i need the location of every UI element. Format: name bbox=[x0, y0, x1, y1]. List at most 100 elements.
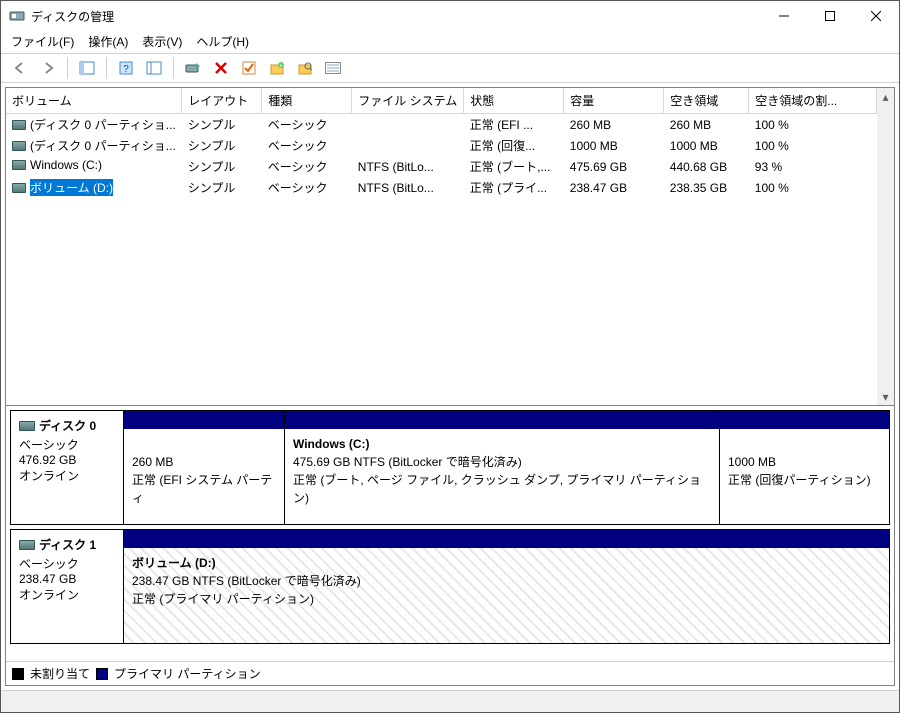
properties-button[interactable] bbox=[143, 57, 165, 79]
partition-size: 260 MB bbox=[132, 453, 276, 471]
new-folder-button[interactable]: + bbox=[266, 57, 288, 79]
cell-pct: 100 % bbox=[749, 177, 877, 198]
col-layout[interactable]: レイアウト bbox=[182, 88, 262, 114]
cell-pct: 100 % bbox=[749, 114, 877, 136]
svg-text:+: + bbox=[279, 64, 283, 70]
cell-type: ベーシック bbox=[262, 177, 352, 198]
cell-cap: 238.47 GB bbox=[564, 177, 664, 198]
partition-bar bbox=[124, 411, 284, 429]
volume-table[interactable]: ボリューム レイアウト 種類 ファイル システム 状態 容量 空き領域 空き領域… bbox=[6, 88, 877, 198]
partition-body: 1000 MB 正常 (回復パーティション) bbox=[720, 429, 889, 524]
cell-free: 238.35 GB bbox=[664, 177, 749, 198]
cell-fs: NTFS (BitLo... bbox=[352, 177, 464, 198]
legend-unallocated: 未割り当て bbox=[30, 665, 90, 682]
toolbar: ? + bbox=[1, 53, 899, 83]
close-button[interactable] bbox=[853, 1, 899, 31]
partition[interactable]: ボリューム (D:) 238.47 GB NTFS (BitLocker で暗号… bbox=[124, 530, 889, 643]
partition-status: 正常 (回復パーティション) bbox=[728, 471, 881, 489]
disk-icon bbox=[19, 540, 35, 550]
partition-body: 260 MB 正常 (EFI システム パーティ bbox=[124, 429, 284, 524]
disk-icon bbox=[19, 421, 35, 431]
list-view-button[interactable] bbox=[322, 57, 344, 79]
delete-button[interactable] bbox=[210, 57, 232, 79]
partition-name: Windows (C:) bbox=[293, 437, 370, 451]
titlebar: ディスクの管理 bbox=[1, 1, 899, 31]
disk-row-0[interactable]: ディスク 0 ベーシック 476.92 GB オンライン 260 MB 正常 (… bbox=[10, 410, 890, 525]
partition[interactable]: 260 MB 正常 (EFI システム パーティ bbox=[124, 411, 284, 524]
table-row[interactable]: (ディスク 0 パーティショ...シンプルベーシック正常 (EFI ...260… bbox=[6, 114, 877, 136]
disk-name: ディスク 1 bbox=[39, 536, 96, 553]
app-icon bbox=[9, 8, 25, 24]
legend: 未割り当て プライマリ パーティション bbox=[6, 661, 894, 685]
disk-label: ディスク 1 ベーシック 238.47 GB オンライン bbox=[11, 530, 124, 643]
cell-layout: シンプル bbox=[182, 114, 262, 136]
partition-detail: 238.47 GB NTFS (BitLocker で暗号化済み) bbox=[132, 572, 881, 590]
minimize-button[interactable] bbox=[761, 1, 807, 31]
disk-size: 238.47 GB bbox=[19, 572, 115, 586]
search-folder-button[interactable] bbox=[294, 57, 316, 79]
volume-icon bbox=[12, 141, 26, 151]
scroll-down-icon[interactable]: ▾ bbox=[877, 388, 894, 405]
legend-swatch-unallocated bbox=[12, 668, 24, 680]
refresh-button[interactable] bbox=[182, 57, 204, 79]
menu-help[interactable]: ヘルプ(H) bbox=[196, 33, 249, 50]
menu-action[interactable]: 操作(A) bbox=[88, 33, 128, 50]
show-hide-tree-button[interactable] bbox=[76, 57, 98, 79]
col-status[interactable]: 状態 bbox=[464, 88, 564, 114]
cell-status: 正常 (プライ... bbox=[464, 177, 564, 198]
col-volume[interactable]: ボリューム bbox=[6, 88, 182, 114]
legend-swatch-primary bbox=[96, 668, 108, 680]
cell-layout: シンプル bbox=[182, 135, 262, 156]
cell-text: (ディスク 0 パーティショ... bbox=[30, 116, 176, 133]
vertical-scrollbar[interactable]: ▴ ▾ bbox=[877, 88, 894, 405]
scroll-up-icon[interactable]: ▴ bbox=[877, 88, 894, 105]
forward-button[interactable] bbox=[37, 57, 59, 79]
partition[interactable]: 1000 MB 正常 (回復パーティション) bbox=[719, 411, 889, 524]
cell-cap: 1000 MB bbox=[564, 135, 664, 156]
cell-fs bbox=[352, 135, 464, 156]
partition-status: 正常 (ブート, ページ ファイル, クラッシュ ダンプ, プライマリ パーティ… bbox=[293, 471, 711, 507]
maximize-button[interactable] bbox=[807, 1, 853, 31]
cell-type: ベーシック bbox=[262, 114, 352, 136]
table-row[interactable]: ボリューム (D:)シンプルベーシックNTFS (BitLo...正常 (プライ… bbox=[6, 177, 877, 198]
disk-label: ディスク 0 ベーシック 476.92 GB オンライン bbox=[11, 411, 124, 524]
volume-icon bbox=[12, 183, 26, 193]
volume-list-pane: ボリューム レイアウト 種類 ファイル システム 状態 容量 空き領域 空き領域… bbox=[5, 87, 895, 406]
cell-pct: 93 % bbox=[749, 156, 877, 177]
svg-text:?: ? bbox=[123, 64, 129, 75]
table-row[interactable]: (ディスク 0 パーティショ...シンプルベーシック正常 (回復...1000 … bbox=[6, 135, 877, 156]
table-row[interactable]: Windows (C:)シンプルベーシックNTFS (BitLo...正常 (ブ… bbox=[6, 156, 877, 177]
cell-text: Windows (C:) bbox=[30, 158, 102, 172]
help-button[interactable]: ? bbox=[115, 57, 137, 79]
menu-file[interactable]: ファイル(F) bbox=[11, 33, 74, 50]
disk-type: ベーシック bbox=[19, 436, 115, 453]
back-button[interactable] bbox=[9, 57, 31, 79]
cell-type: ベーシック bbox=[262, 135, 352, 156]
disk-row-1[interactable]: ディスク 1 ベーシック 238.47 GB オンライン ボリューム (D:) … bbox=[10, 529, 890, 644]
volume-icon bbox=[12, 120, 26, 130]
menu-view[interactable]: 表示(V) bbox=[142, 33, 182, 50]
cell-free: 440.68 GB bbox=[664, 156, 749, 177]
window-title: ディスクの管理 bbox=[31, 8, 761, 25]
partition-size: 1000 MB bbox=[728, 453, 881, 471]
partition[interactable]: Windows (C:) 475.69 GB NTFS (BitLocker で… bbox=[284, 411, 719, 524]
cell-layout: シンプル bbox=[182, 156, 262, 177]
cell-pct: 100 % bbox=[749, 135, 877, 156]
cell-volume: (ディスク 0 パーティショ... bbox=[6, 135, 182, 156]
col-free[interactable]: 空き領域 bbox=[664, 88, 749, 114]
col-type[interactable]: 種類 bbox=[262, 88, 352, 114]
col-freepct[interactable]: 空き領域の割... bbox=[749, 88, 877, 114]
cell-text: ボリューム (D:) bbox=[30, 179, 113, 196]
col-capacity[interactable]: 容量 bbox=[564, 88, 664, 114]
scroll-track[interactable] bbox=[877, 105, 894, 388]
partition-body: Windows (C:) 475.69 GB NTFS (BitLocker で… bbox=[285, 429, 719, 524]
cell-type: ベーシック bbox=[262, 156, 352, 177]
volume-icon bbox=[12, 160, 26, 170]
disk-size: 476.92 GB bbox=[19, 453, 115, 467]
disk-status: オンライン bbox=[19, 467, 115, 484]
menubar: ファイル(F) 操作(A) 表示(V) ヘルプ(H) bbox=[1, 31, 899, 53]
disk-status: オンライン bbox=[19, 586, 115, 603]
check-button[interactable] bbox=[238, 57, 260, 79]
col-filesystem[interactable]: ファイル システム bbox=[352, 88, 464, 114]
cell-status: 正常 (ブート,... bbox=[464, 156, 564, 177]
